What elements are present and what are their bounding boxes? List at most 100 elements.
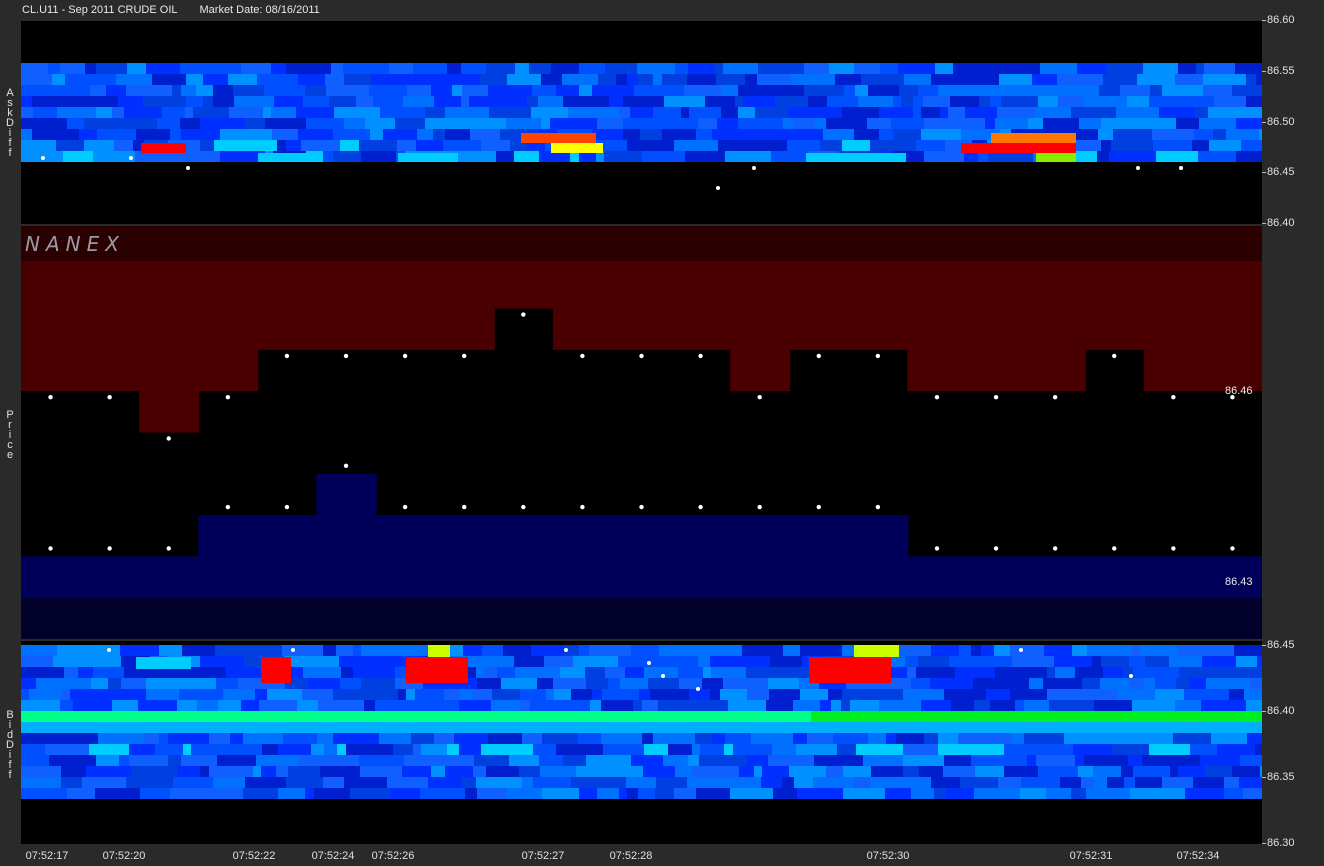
bid-heat-cell bbox=[387, 777, 400, 788]
ask-heat-cell bbox=[968, 118, 985, 129]
bid-heat-cell bbox=[537, 678, 553, 689]
bid-heat-cell bbox=[341, 667, 353, 678]
x-tick-label: 07:52:24 bbox=[311, 850, 355, 862]
bid-heat-cell bbox=[21, 689, 29, 700]
bid-heat-cell bbox=[560, 667, 585, 678]
bid-heat-cell bbox=[520, 700, 530, 711]
bid-trade-marker bbox=[402, 504, 408, 510]
bid-heat-cell bbox=[1060, 777, 1081, 788]
ask-heat-cell bbox=[241, 63, 271, 74]
ask-heat-cell bbox=[486, 63, 515, 74]
ask-trade-marker bbox=[757, 395, 762, 400]
ask-heat-cell bbox=[804, 63, 829, 74]
bid-heat-cell bbox=[1201, 700, 1246, 711]
ask-heat-cell bbox=[935, 63, 953, 74]
bid-heat-cell bbox=[1020, 711, 1048, 722]
bid-heat-cell bbox=[121, 678, 146, 689]
ask-heat-cell bbox=[1116, 107, 1159, 118]
bid-heat-cell bbox=[970, 777, 998, 788]
bid-heat-cell bbox=[959, 645, 971, 656]
bid-heat-cell bbox=[1105, 711, 1126, 722]
bid-heat-cell bbox=[870, 777, 905, 788]
ask-heat-cell bbox=[1149, 96, 1175, 107]
bid-heat-cell bbox=[639, 689, 650, 700]
ask-heat-cell bbox=[413, 63, 447, 74]
ask-heat-cell bbox=[232, 129, 272, 140]
bid-heat-cell bbox=[1092, 656, 1101, 667]
ask-heat-cell bbox=[1203, 74, 1246, 85]
bid-heat-cell bbox=[944, 755, 971, 766]
bid-heat-cell bbox=[782, 777, 794, 788]
bid-heat-cell bbox=[576, 722, 587, 733]
bid-heat-cell bbox=[777, 711, 811, 722]
bid-heat-cell bbox=[181, 755, 217, 766]
bid-heat-cell bbox=[650, 711, 679, 722]
bid-heat-cell bbox=[924, 733, 938, 744]
ask-heat-cell bbox=[870, 140, 916, 151]
ask-heat-cell bbox=[136, 129, 170, 140]
bid-trade-marker bbox=[1230, 546, 1235, 551]
bid-heat-cell bbox=[1175, 700, 1201, 711]
bid-heat-cell bbox=[168, 755, 181, 766]
ask-heat-cell bbox=[1143, 63, 1178, 74]
ask-heat-cell bbox=[637, 63, 675, 74]
ask-trade-marker bbox=[934, 395, 940, 400]
ask-heat-cell bbox=[213, 85, 233, 96]
ask-heat-cell bbox=[1194, 129, 1213, 140]
ask-heat-cell bbox=[718, 140, 752, 151]
ask-heat-cell bbox=[21, 107, 33, 118]
ask-heat-cell bbox=[245, 118, 265, 129]
bid-heat-cell bbox=[420, 700, 459, 711]
ask-heat-cell bbox=[193, 107, 229, 118]
price-chart bbox=[21, 226, 1262, 639]
ask-heat-cell bbox=[85, 63, 96, 74]
ask-heat-cell bbox=[434, 96, 461, 107]
ask-heat-cell bbox=[55, 96, 93, 107]
bid-heat-cell bbox=[21, 645, 57, 656]
bid-heat-cell bbox=[663, 755, 688, 766]
bid-heat-cell bbox=[1100, 678, 1129, 689]
ask-heat-cell bbox=[365, 118, 395, 129]
bid-heat-cell bbox=[1247, 733, 1262, 744]
ask-heat-cell bbox=[21, 63, 48, 74]
ask-heat-cell bbox=[170, 129, 181, 140]
bid-heat-cell bbox=[445, 766, 473, 777]
ask-heat-cell bbox=[67, 118, 84, 129]
bid-empty-zone bbox=[21, 799, 1262, 844]
ask-heat-cell bbox=[794, 118, 815, 129]
ask-heat-cell bbox=[445, 107, 489, 118]
bid-heat-cell bbox=[1128, 755, 1142, 766]
bid-heat-cell bbox=[331, 656, 339, 667]
ask-heat-cell bbox=[1199, 118, 1236, 129]
ask-heat-cell bbox=[835, 74, 861, 85]
bid-heat-cell bbox=[226, 667, 261, 678]
x-tick-label: 07:52:27 bbox=[521, 850, 565, 862]
bid-heat-cell bbox=[761, 777, 782, 788]
ask-heat-cell bbox=[723, 63, 758, 74]
bid-heat-cell bbox=[379, 733, 411, 744]
ask-heat-cell bbox=[331, 63, 343, 74]
ask-heat-cell bbox=[329, 96, 356, 107]
ask-heat-cell bbox=[600, 140, 627, 151]
bid-heat-cell bbox=[146, 689, 179, 700]
ask-heat-cell bbox=[108, 74, 116, 85]
ask-heat-cell bbox=[397, 140, 416, 151]
bid-trade-marker bbox=[48, 546, 53, 551]
bid-heat-cell bbox=[896, 733, 924, 744]
bid-heat-cell bbox=[586, 755, 631, 766]
bid-heat-cell bbox=[61, 777, 82, 788]
bid-heat-cell bbox=[392, 722, 431, 733]
bid-heat-cell bbox=[699, 755, 734, 766]
ask-heat-cell bbox=[359, 140, 397, 151]
ask-heat-cell bbox=[921, 129, 961, 140]
bid-heat-cell bbox=[177, 766, 200, 777]
ask-heat-cell bbox=[340, 140, 359, 151]
ask-heat-cell bbox=[605, 63, 637, 74]
bid-heat-cell bbox=[1024, 700, 1049, 711]
ask-heat-cell bbox=[1236, 151, 1262, 162]
bid-heat-cell bbox=[949, 656, 993, 667]
bid-heat-cell bbox=[21, 777, 61, 788]
bid-heat-cell bbox=[828, 689, 842, 700]
ask-heat-cell bbox=[271, 107, 296, 118]
bid-heat-cell bbox=[146, 678, 169, 689]
